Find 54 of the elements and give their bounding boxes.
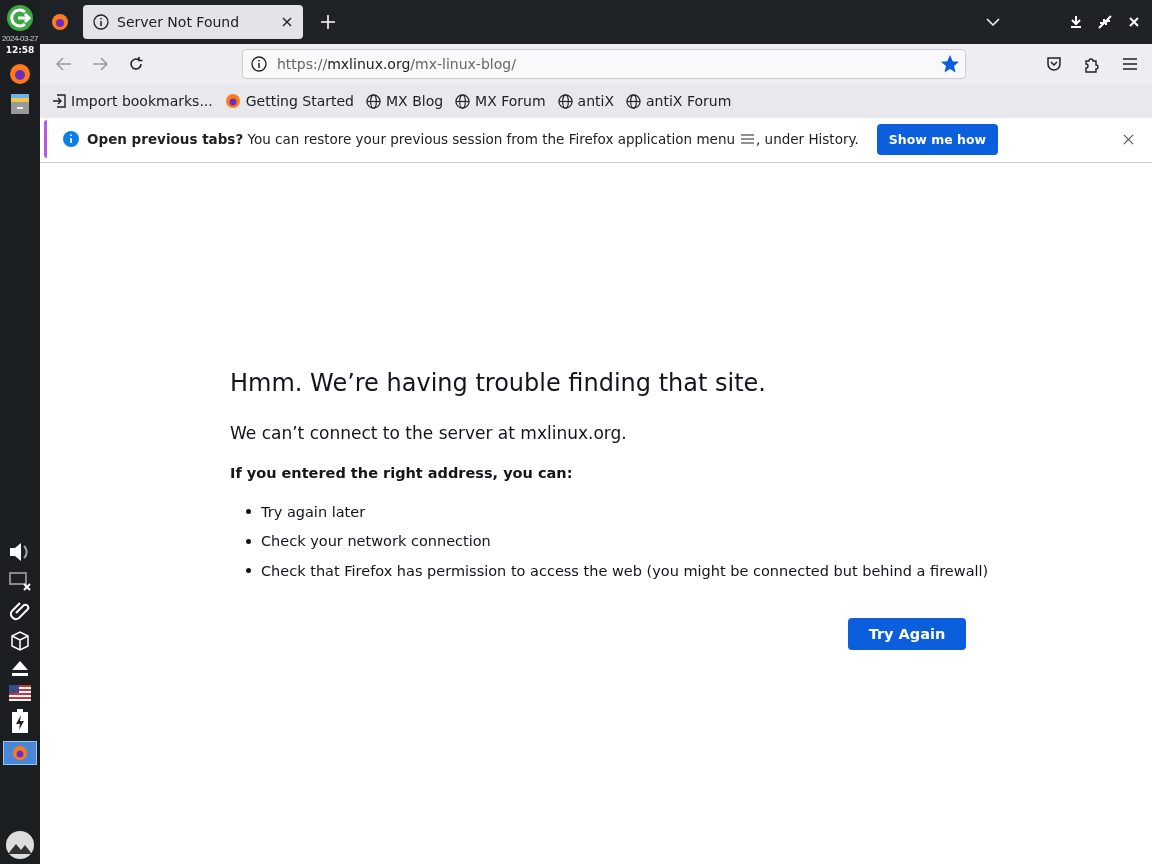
menu-icon[interactable] bbox=[1122, 57, 1138, 71]
puzzle-piece-icon[interactable] bbox=[1084, 55, 1100, 73]
file-cabinet-icon[interactable] bbox=[10, 93, 30, 115]
notification-message: , under History. bbox=[756, 131, 859, 147]
taskbar-button[interactable] bbox=[3, 741, 37, 765]
menu-icon bbox=[741, 134, 754, 144]
show-me-how-button[interactable]: Show me how bbox=[876, 123, 999, 155]
bookmark-item[interactable]: Getting Started bbox=[224, 93, 354, 109]
close-icon[interactable] bbox=[281, 16, 293, 28]
globe-icon bbox=[455, 93, 471, 109]
new-tab-icon[interactable] bbox=[321, 15, 335, 29]
error-hint: If you entered the right address, you can: bbox=[230, 465, 574, 481]
reload-icon[interactable] bbox=[128, 56, 144, 72]
box-icon[interactable] bbox=[9, 629, 31, 651]
info-icon bbox=[93, 14, 109, 30]
star-icon[interactable] bbox=[941, 55, 959, 73]
globe-icon bbox=[557, 93, 573, 109]
bookmark-item[interactable]: Import bookmarks... bbox=[52, 93, 213, 109]
suggestion-text: Check your network connection bbox=[261, 533, 491, 550]
info-icon bbox=[63, 131, 79, 147]
bookmark-item[interactable]: antiX Forum bbox=[626, 93, 732, 109]
try-again-button[interactable]: Try Again bbox=[848, 617, 966, 650]
panel-date: 2024-03-27 bbox=[2, 34, 38, 43]
flag-icon[interactable] bbox=[9, 685, 31, 701]
browser-tab[interactable]: Server Not Found bbox=[83, 5, 303, 39]
import-icon bbox=[52, 94, 66, 108]
bookmark-item[interactable]: antiX bbox=[557, 93, 615, 109]
url-text: https://mxlinux.org/mx-linux-blog/ bbox=[277, 56, 517, 72]
firefox-icon[interactable] bbox=[51, 13, 69, 31]
address-bar[interactable]: https://mxlinux.org/mx-linux-blog/ bbox=[242, 49, 966, 79]
panel-clock: 12:58 bbox=[5, 45, 35, 55]
battery-charging-icon[interactable] bbox=[12, 709, 28, 733]
error-description: We can’t connect to the server at mxlinux.org. bbox=[230, 423, 628, 443]
suggestion-text: Check that Firefox has permission to access the web (you might be connected but behind a firewall) bbox=[261, 562, 989, 579]
eject-icon[interactable] bbox=[10, 659, 30, 677]
paperclip-icon[interactable] bbox=[10, 599, 30, 621]
close-icon[interactable] bbox=[1123, 133, 1134, 145]
logout-icon[interactable] bbox=[6, 4, 34, 32]
globe-icon bbox=[366, 93, 381, 109]
firefox-icon bbox=[12, 745, 28, 761]
download-icon[interactable] bbox=[1070, 16, 1082, 28]
suggestion-text: Try again later bbox=[261, 503, 366, 520]
mountain-logo-icon[interactable] bbox=[5, 830, 35, 860]
chevron-down-icon[interactable] bbox=[986, 17, 1000, 27]
globe-icon bbox=[626, 93, 642, 109]
firefox-icon bbox=[224, 93, 241, 109]
error-title: Hmm. We’re having trouble finding that site. bbox=[230, 369, 767, 397]
pocket-icon[interactable] bbox=[1046, 56, 1062, 72]
notification-message: Open previous tabs? You can restore your previous session from the Firefox application menu bbox=[87, 131, 735, 147]
firefox-icon[interactable] bbox=[9, 63, 31, 85]
info-icon[interactable] bbox=[251, 56, 267, 72]
bookmark-item[interactable]: MX Blog bbox=[366, 93, 444, 109]
network-disconnected-icon[interactable] bbox=[8, 571, 32, 591]
bookmark-item[interactable]: MX Forum bbox=[455, 93, 546, 109]
